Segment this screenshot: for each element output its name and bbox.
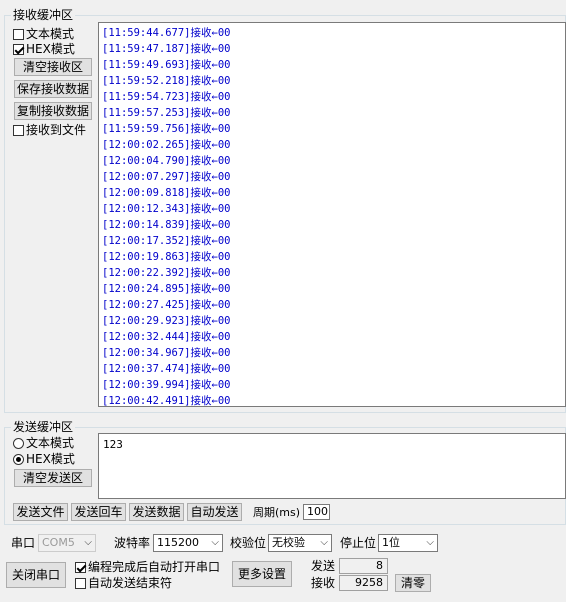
rx-text-mode-checkbox[interactable]: 文本模式: [13, 27, 74, 41]
baud-label: 波特率: [114, 536, 151, 550]
tx-hex-mode-radio[interactable]: HEX模式: [13, 452, 75, 466]
baud-select[interactable]: 115200 ⌵: [153, 534, 223, 552]
receive-line: [11:59:47.187]接收←00: [102, 43, 231, 55]
port-value: COM5: [42, 536, 75, 549]
sent-count: 8: [339, 558, 388, 574]
receive-line: [12:00:19.863]接收←00: [102, 251, 231, 263]
receive-line: [12:00:37.474]接收←00: [102, 363, 231, 375]
receive-line: [12:00:24.895]接收←00: [102, 283, 231, 295]
auto-open-box[interactable]: [75, 561, 86, 573]
tx-text-mode-radio[interactable]: 文本模式: [13, 436, 74, 450]
chevron-down-icon: ⌵: [320, 537, 328, 548]
auto-end-box[interactable]: [75, 577, 86, 589]
receive-line: [12:00:02.265]接收←00: [102, 139, 231, 151]
receive-line: [12:00:32.444]接收←00: [102, 331, 231, 343]
receive-buffer-title: 接收缓冲区: [11, 8, 76, 22]
tx-text-mode-label: 文本模式: [26, 436, 75, 450]
clear-receive-button[interactable]: 清空接收区: [14, 58, 92, 76]
rx-hex-mode-checkbox[interactable]: HEX模式: [13, 42, 75, 56]
send-buffer-title: 发送缓冲区: [11, 420, 76, 434]
receive-line: [11:59:52.218]接收←00: [102, 75, 231, 87]
receive-line: [12:00:07.297]接收←00: [102, 171, 231, 183]
clear-count-button[interactable]: 清零: [395, 574, 431, 592]
receive-line: [12:00:39.994]接收←00: [102, 379, 231, 391]
rx-text-mode-box[interactable]: [13, 28, 24, 40]
receive-textarea[interactable]: [11:59:44.677]接收←00 [11:59:47.187]接收←00 [1…: [98, 22, 566, 407]
tx-hex-mode-label: HEX模式: [26, 452, 75, 466]
parity-label: 校验位: [230, 536, 267, 550]
chevron-down-icon: ⌵: [426, 537, 434, 548]
tx-text-mode-dot[interactable]: [13, 437, 24, 449]
receive-line: [12:00:34.967]接收←00: [102, 347, 231, 359]
port-label: 串口: [11, 536, 36, 550]
chevron-down-icon: ⌵: [211, 537, 219, 548]
save-receive-button[interactable]: 保存接收数据: [14, 80, 92, 98]
baud-value: 115200: [157, 536, 199, 549]
send-textarea[interactable]: 123: [98, 433, 566, 499]
receive-line: [11:59:59.756]接收←00: [102, 123, 231, 135]
auto-open-label: 编程完成后自动打开串口: [88, 560, 221, 574]
clear-send-button[interactable]: 清空发送区: [14, 469, 92, 487]
receive-line: [11:59:54.723]接收←00: [102, 91, 231, 103]
send-content: 123: [103, 438, 123, 451]
period-input[interactable]: 100: [303, 504, 330, 520]
port-select[interactable]: COM5 ⌵: [38, 534, 96, 552]
receive-line: [12:00:22.392]接收←00: [102, 267, 231, 279]
close-port-button[interactable]: 关闭串口: [6, 562, 66, 588]
receive-line: [12:00:27.425]接收←00: [102, 299, 231, 311]
rx-text-mode-label: 文本模式: [26, 27, 75, 41]
parity-select[interactable]: 无校验 ⌵: [268, 534, 332, 552]
rx-to-file-label: 接收到文件: [26, 123, 87, 137]
rx-hex-mode-box[interactable]: [13, 43, 24, 55]
stopbits-label: 停止位: [340, 536, 377, 550]
receive-line: [11:59:57.253]接收←00: [102, 107, 231, 119]
more-settings-button[interactable]: 更多设置: [232, 561, 292, 587]
send-data-button[interactable]: 发送数据: [129, 503, 184, 521]
rx-to-file-box[interactable]: [13, 124, 24, 136]
recv-label: 接收: [311, 576, 336, 590]
receive-line: [12:00:12.343]接收←00: [102, 203, 231, 215]
receive-line: [11:59:44.677]接收←00: [102, 27, 231, 39]
chevron-down-icon: ⌵: [84, 537, 92, 548]
stopbits-value: 1位: [382, 536, 400, 549]
receive-line: [12:00:09.818]接收←00: [102, 187, 231, 199]
copy-receive-button[interactable]: 复制接收数据: [14, 102, 92, 120]
receive-line: [11:59:49.693]接收←00: [102, 59, 231, 71]
rx-hex-mode-label: HEX模式: [26, 42, 75, 56]
auto-end-label: 自动发送结束符: [88, 576, 173, 590]
period-value: 100: [307, 505, 328, 518]
rx-to-file-checkbox[interactable]: 接收到文件: [13, 123, 86, 137]
period-label: 周期(ms): [253, 506, 301, 519]
receive-line: [12:00:17.352]接收←00: [102, 235, 231, 247]
stopbits-select[interactable]: 1位 ⌵: [378, 534, 438, 552]
recv-count: 9258: [339, 575, 388, 591]
tx-hex-mode-dot[interactable]: [13, 453, 24, 465]
receive-line: [12:00:29.923]接收←00: [102, 315, 231, 327]
receive-line: [12:00:42.491]接收←00: [102, 395, 231, 407]
auto-send-button[interactable]: 自动发送: [187, 503, 242, 521]
receive-lines: [11:59:44.677]接收←00 [11:59:47.187]接收←00 [1…: [102, 25, 565, 407]
parity-value: 无校验: [272, 536, 305, 549]
receive-line: [12:00:04.790]接收←00: [102, 155, 231, 167]
send-file-button[interactable]: 发送文件: [13, 503, 68, 521]
send-echo-button[interactable]: 发送回车: [71, 503, 126, 521]
receive-line: [12:00:14.839]接收←00: [102, 219, 231, 231]
auto-open-checkbox[interactable]: 编程完成后自动打开串口: [75, 560, 220, 574]
sent-label: 发送: [311, 559, 336, 573]
auto-end-checkbox[interactable]: 自动发送结束符: [75, 576, 172, 590]
